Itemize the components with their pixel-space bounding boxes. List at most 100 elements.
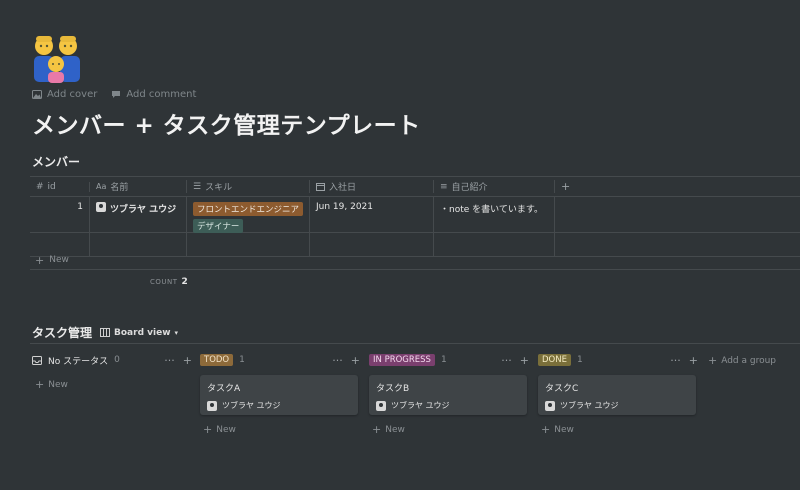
count-summary[interactable]: COUNT 2 <box>150 277 188 287</box>
column-header-skills[interactable]: ☰ スキル <box>187 180 310 193</box>
status-badge[interactable]: IN PROGRESS <box>369 354 435 366</box>
add-card-label: New <box>216 424 236 435</box>
cell-skills[interactable]: フロントエンドエンジニア デザイナー <box>187 197 310 233</box>
table-header: # id Aa 名前 ☰ スキル 入社日 ≡ 自己紹介 + <box>30 176 800 197</box>
column-header-id[interactable]: # id <box>30 181 90 192</box>
inbox-icon <box>32 355 42 365</box>
view-label: Board view <box>114 327 171 338</box>
add-card-button[interactable]: + New <box>538 423 698 436</box>
cell-intro[interactable]: ・note を書いています。 <box>434 197 555 232</box>
add-card-label: New <box>48 379 68 390</box>
status-badge[interactable]: TODO <box>200 354 234 366</box>
column-title[interactable]: No ステータス <box>48 354 108 367</box>
plus-icon[interactable]: + <box>183 354 192 367</box>
plus-icon: + <box>203 423 213 436</box>
card-person: ツブラヤ ユウジ <box>391 401 450 410</box>
plus-icon: + <box>35 378 45 391</box>
status-badge[interactable]: DONE <box>538 354 571 366</box>
add-group-label: Add a group <box>721 355 777 366</box>
page-title[interactable]: メンバー + タスク管理テンプレート <box>32 106 421 140</box>
board-column-in-progress: IN PROGRESS 1 ··· + タスクB ツブラヤ ユウジ + New <box>369 350 529 436</box>
task-card[interactable]: タスクA ツブラヤ ユウジ <box>200 375 358 415</box>
cell-id[interactable]: 1 <box>30 197 90 232</box>
column-count: 1 <box>239 355 245 365</box>
column-header-intro[interactable]: ≡ 自己紹介 <box>434 180 555 193</box>
board-icon <box>100 328 111 337</box>
column-label: 名前 <box>110 183 129 193</box>
card-title: タスクA <box>207 384 241 394</box>
count-label: COUNT <box>150 278 178 286</box>
plus-icon: + <box>541 423 551 436</box>
add-cover-label: Add cover <box>47 89 98 100</box>
person-name: ツブラヤ ユウジ <box>110 205 177 215</box>
add-card-button[interactable]: + New <box>32 378 192 391</box>
calendar-icon <box>316 183 325 191</box>
members-section-title[interactable]: メンバー <box>32 153 80 170</box>
person-icon <box>545 400 555 411</box>
plus-icon[interactable]: + <box>351 354 360 367</box>
new-row-button[interactable]: + New <box>30 251 800 270</box>
list-icon: ☰ <box>193 181 202 192</box>
column-header-joined[interactable]: 入社日 <box>310 180 434 193</box>
board-column-no-status: No ステータス 0 ··· + + New <box>32 350 192 391</box>
cell-name[interactable]: ツブラヤ ユウジ <box>90 197 187 232</box>
add-card-button[interactable]: + New <box>369 423 529 436</box>
board-column-todo: TODO 1 ··· + タスクA ツブラヤ ユウジ + New <box>200 350 360 436</box>
plus-icon[interactable]: + <box>689 354 698 367</box>
plus-icon: + <box>372 423 382 436</box>
add-comment-label: Add comment <box>126 89 197 100</box>
text-icon: Aa <box>96 182 107 191</box>
paragraph-icon: ≡ <box>440 181 448 192</box>
count-value: 2 <box>181 277 189 287</box>
add-property-button[interactable]: + <box>555 180 800 193</box>
comment-icon <box>112 91 121 98</box>
card-person: ツブラヤ ユウジ <box>222 401 281 410</box>
task-card[interactable]: タスクB ツブラヤ ユウジ <box>369 375 527 415</box>
members-table: # id Aa 名前 ☰ スキル 入社日 ≡ 自己紹介 + 1 ツブラヤ ユウジ <box>30 176 800 257</box>
column-count: 0 <box>114 355 120 365</box>
divider <box>30 343 800 344</box>
plus-icon[interactable]: + <box>520 354 529 367</box>
add-card-label: New <box>385 424 405 435</box>
add-comment-button[interactable]: Add comment <box>111 89 196 100</box>
column-count: 1 <box>440 355 447 365</box>
page-icon[interactable] <box>32 32 82 84</box>
cell-empty <box>555 197 800 232</box>
more-icon[interactable]: ··· <box>164 354 175 367</box>
family-emoji-icon <box>34 36 80 83</box>
skill-tag: デザイナー <box>193 219 244 233</box>
plus-icon: + <box>708 354 718 367</box>
skill-tag: フロントエンドエンジニア <box>193 202 303 216</box>
column-label: 自己紹介 <box>451 183 488 193</box>
board-header: タスク管理 Board view ▾ <box>32 324 178 341</box>
person-icon <box>207 400 217 411</box>
chevron-down-icon: ▾ <box>174 328 179 337</box>
task-card[interactable]: タスクC ツブラヤ ユウジ <box>538 375 696 415</box>
plus-icon: + <box>35 253 45 267</box>
column-label: id <box>47 181 56 192</box>
plus-icon: + <box>561 180 571 193</box>
new-row-label: New <box>49 255 69 265</box>
board-section-title[interactable]: タスク管理 <box>32 324 92 341</box>
table-row[interactable]: 1 ツブラヤ ユウジ フロントエンドエンジニア デザイナー Jun 19, 20… <box>30 197 800 233</box>
card-title: タスクC <box>545 384 579 394</box>
board-column-done: DONE 1 ··· + タスクC ツブラヤ ユウジ + New <box>538 350 698 436</box>
more-icon[interactable]: ··· <box>501 354 512 367</box>
add-card-label: New <box>554 424 574 435</box>
image-icon <box>32 90 42 99</box>
cell-joined[interactable]: Jun 19, 2021 <box>310 197 434 232</box>
board-view-selector[interactable]: Board view ▾ <box>100 328 178 338</box>
more-icon[interactable]: ··· <box>332 354 343 367</box>
card-title: タスクB <box>376 384 410 394</box>
add-card-button[interactable]: + New <box>200 423 360 436</box>
column-count: 1 <box>576 355 583 365</box>
add-group-button[interactable]: + Add a group <box>708 354 776 367</box>
column-header-name[interactable]: Aa 名前 <box>90 180 187 193</box>
number-icon: # <box>36 181 44 192</box>
person-icon <box>376 400 386 411</box>
column-label: スキル <box>205 183 233 193</box>
more-icon[interactable]: ··· <box>670 354 681 367</box>
add-cover-button[interactable]: Add cover <box>32 89 97 100</box>
card-person: ツブラヤ ユウジ <box>560 401 619 410</box>
person-icon <box>96 202 106 212</box>
